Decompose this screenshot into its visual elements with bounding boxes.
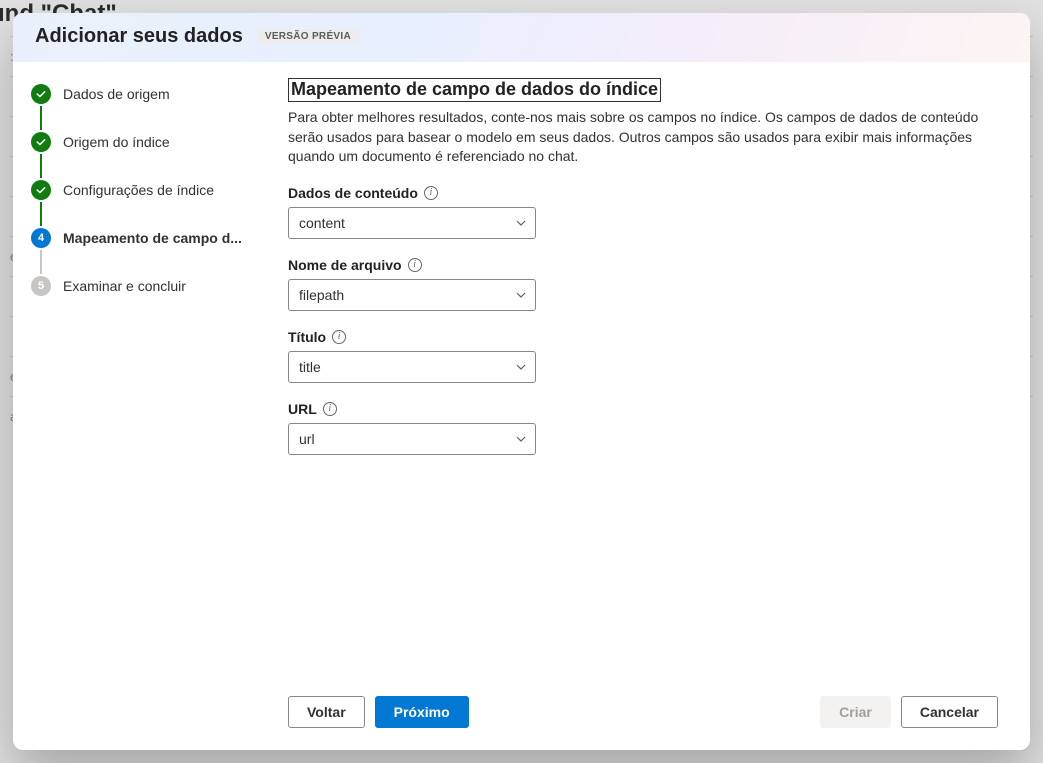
step-field-mapping[interactable]: 4 Mapeamento de campo d...: [31, 224, 244, 252]
wizard-stepper: Dados de origem Origem do índice Configu…: [13, 62, 256, 750]
dialog-body: Dados de origem Origem do índice Configu…: [13, 62, 1030, 750]
step-number-icon: 5: [31, 276, 51, 296]
step-label: Configurações de índice: [63, 182, 214, 198]
title-select[interactable]: title: [288, 351, 536, 383]
preview-badge: VERSÃO PRÉVIA: [257, 29, 359, 44]
step-connector: [31, 204, 51, 224]
select-value: content: [299, 215, 345, 231]
chevron-down-icon: [515, 361, 527, 373]
step-connector: [31, 252, 51, 272]
select-value: filepath: [299, 287, 344, 303]
info-icon[interactable]: i: [424, 186, 438, 200]
check-icon: [31, 180, 51, 200]
field-label-text: Nome de arquivo: [288, 257, 402, 273]
select-value: url: [299, 431, 315, 447]
chevron-down-icon: [515, 289, 527, 301]
content-panel: Mapeamento de campo de dados do índice P…: [256, 62, 1030, 750]
create-button: Criar: [820, 696, 891, 728]
step-label: Dados de origem: [63, 86, 170, 102]
select-value: title: [299, 359, 321, 375]
step-index-config[interactable]: Configurações de índice: [31, 176, 244, 204]
step-label: Examinar e concluir: [63, 278, 186, 294]
step-label: Mapeamento de campo d...: [63, 230, 242, 246]
dialog-title: Adicionar seus dados: [35, 25, 243, 48]
add-data-dialog: Adicionar seus dados VERSÃO PRÉVIA Dados…: [13, 13, 1030, 750]
info-icon[interactable]: i: [408, 258, 422, 272]
check-icon: [31, 84, 51, 104]
info-icon[interactable]: i: [332, 330, 346, 344]
back-button[interactable]: Voltar: [288, 696, 365, 728]
step-connector: [31, 108, 51, 128]
field-content-data: Dados de conteúdo i content: [288, 185, 998, 239]
check-icon: [31, 132, 51, 152]
step-label: Origem do índice: [63, 134, 170, 150]
next-button[interactable]: Próximo: [375, 696, 469, 728]
dialog-footer: Voltar Próximo Criar Cancelar: [288, 682, 998, 738]
field-label-text: Título: [288, 329, 326, 345]
step-number-icon: 4: [31, 228, 51, 248]
url-select[interactable]: url: [288, 423, 536, 455]
cancel-button[interactable]: Cancelar: [901, 696, 998, 728]
step-review[interactable]: 5 Examinar e concluir: [31, 272, 244, 300]
dialog-header: Adicionar seus dados VERSÃO PRÉVIA: [13, 13, 1030, 62]
field-label-text: Dados de conteúdo: [288, 185, 418, 201]
step-connector: [31, 156, 51, 176]
content-data-select[interactable]: content: [288, 207, 536, 239]
step-index-source[interactable]: Origem do índice: [31, 128, 244, 156]
chevron-down-icon: [515, 217, 527, 229]
page-description: Para obter melhores resultados, conte-no…: [288, 108, 998, 167]
info-icon[interactable]: i: [323, 402, 337, 416]
field-filename: Nome de arquivo i filepath: [288, 257, 998, 311]
field-label-text: URL: [288, 401, 317, 417]
step-data-source[interactable]: Dados de origem: [31, 80, 244, 108]
field-title: Título i title: [288, 329, 998, 383]
field-url: URL i url: [288, 401, 998, 455]
chevron-down-icon: [515, 433, 527, 445]
filename-select[interactable]: filepath: [288, 279, 536, 311]
page-heading: Mapeamento de campo de dados do índice: [288, 78, 661, 102]
